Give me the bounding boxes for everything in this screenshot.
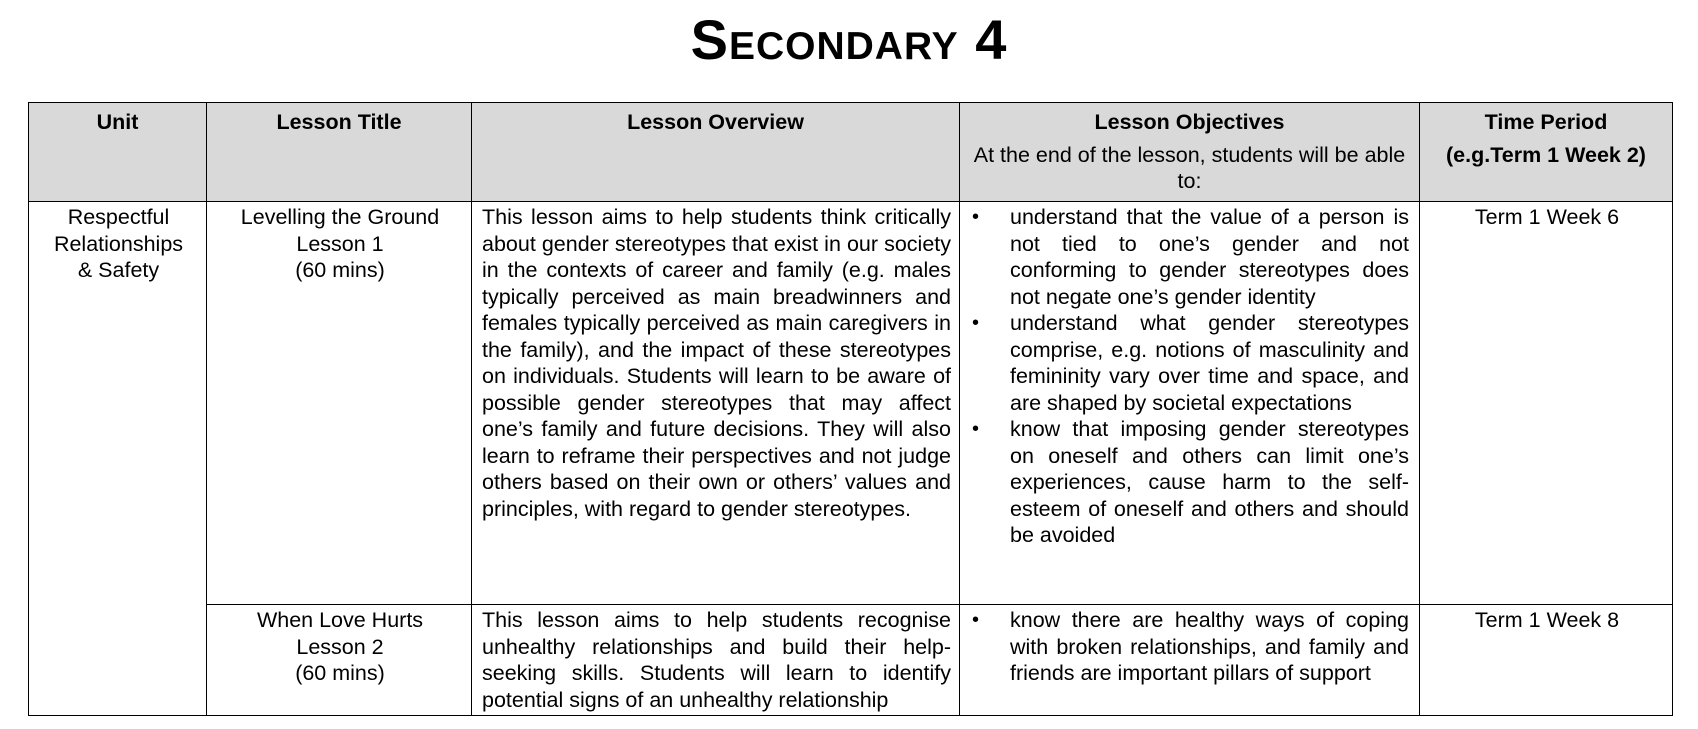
objectives-list: understand that the value of a person is… <box>970 204 1411 549</box>
lesson-duration: (60 mins) <box>295 661 385 685</box>
lesson-overview-cell: This lesson aims to help students recogn… <box>471 604 960 716</box>
time-period-cell: Term 1 Week 6 <box>1419 201 1673 605</box>
lesson-title-cell: Levelling the Ground Lesson 1 (60 mins) <box>206 201 472 605</box>
objective-item: understand what gender stereotypes compr… <box>970 310 1411 416</box>
unit-line: Respectful <box>67 205 170 229</box>
lesson-objectives-cell: know there are healthy ways of coping wi… <box>959 604 1420 716</box>
objectives-list: know there are healthy ways of coping wi… <box>970 607 1411 687</box>
unit-line: & Safety <box>77 258 160 282</box>
lesson-name: When Love Hurts <box>256 608 424 632</box>
objective-item: understand that the value of a person is… <box>970 204 1411 310</box>
lesson-overview-text: This lesson aims to help students recogn… <box>482 608 951 712</box>
page-title: Secondary 4 <box>690 8 1008 71</box>
header-time-period-label: Time Period <box>1484 110 1608 134</box>
lesson-title-cell: When Love Hurts Lesson 2 (60 mins) <box>206 604 472 716</box>
unit-line: Relationships <box>53 231 184 256</box>
lesson-overview-cell: This lesson aims to help students think … <box>471 201 960 605</box>
lesson-name: Levelling the Ground <box>240 205 440 229</box>
lesson-objectives-cell: understand that the value of a person is… <box>959 201 1420 605</box>
header-unit: Unit <box>28 102 207 202</box>
table-header-row: Unit Lesson Title Lesson Overview Lesson… <box>28 102 1673 202</box>
lesson-duration: (60 mins) <box>295 258 385 282</box>
time-period-text: Term 1 Week 6 <box>1474 205 1620 229</box>
lesson-plan-table: Unit Lesson Title Lesson Overview Lesson… <box>28 102 1673 716</box>
objective-item: know there are healthy ways of coping wi… <box>970 607 1411 687</box>
objective-item: know that imposing gender stereotypes on… <box>970 416 1411 549</box>
header-lesson-objectives-sub: At the end of the lesson, students will … <box>973 142 1406 193</box>
table-row: When Love Hurts Lesson 2 (60 mins) This … <box>29 604 1673 716</box>
lesson-number: Lesson 2 <box>296 634 384 659</box>
header-time-period: Time Period (e.g.Term 1 Week 2) <box>1419 102 1673 202</box>
unit-cell: Respectful Relationships & Safety <box>28 201 207 716</box>
header-lesson-objectives-label: Lesson Objectives <box>1094 110 1285 134</box>
lesson-overview-text: This lesson aims to help students think … <box>482 205 951 521</box>
time-period-cell: Term 1 Week 8 <box>1419 604 1673 716</box>
time-period-text: Term 1 Week 8 <box>1474 608 1620 632</box>
header-lesson-title: Lesson Title <box>206 102 472 202</box>
header-lesson-objectives: Lesson Objectives At the end of the less… <box>959 102 1420 202</box>
header-lesson-overview: Lesson Overview <box>471 102 960 202</box>
table-row: Respectful Relationships & Safety Levell… <box>28 201 1673 716</box>
header-time-period-sub: (e.g.Term 1 Week 2) <box>1446 142 1646 167</box>
lesson-number: Lesson 1 <box>296 231 384 256</box>
